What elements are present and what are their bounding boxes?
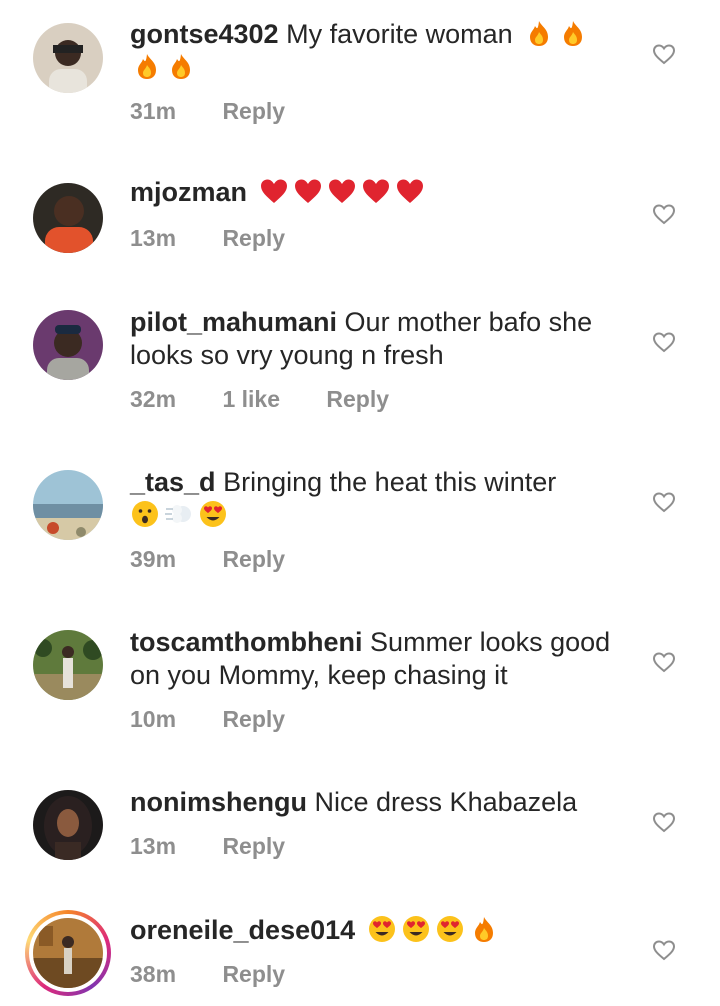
comment-meta: 39m Reply bbox=[130, 544, 285, 574]
reply-button[interactable]: Reply bbox=[326, 384, 389, 414]
reply-button[interactable]: Reply bbox=[222, 96, 285, 126]
comment-text: _tas_d Bringing the heat this winter bbox=[130, 466, 630, 532]
red-heart-emoji bbox=[361, 176, 391, 206]
heart-outline-icon[interactable] bbox=[652, 202, 676, 226]
fire-emoji bbox=[469, 914, 499, 944]
reply-button[interactable]: Reply bbox=[222, 223, 285, 253]
avatar[interactable] bbox=[33, 310, 103, 380]
comment-username[interactable]: mjozman bbox=[130, 177, 247, 207]
comment-body: My favorite woman bbox=[286, 19, 513, 49]
heart-eyes-emoji bbox=[435, 914, 465, 944]
comment-text: nonimshengu Nice dress Khabazela bbox=[130, 786, 630, 819]
avatar bbox=[29, 914, 107, 992]
comment-time: 39m bbox=[130, 546, 177, 572]
comment-text: toscamthombheni Summer looks good on you… bbox=[130, 626, 630, 692]
comment-text: pilot_mahumani Our mother bafo she looks… bbox=[130, 306, 630, 372]
red-heart-emoji bbox=[259, 176, 289, 206]
heart-eyes-emoji bbox=[367, 914, 397, 944]
fire-emoji bbox=[166, 51, 196, 81]
comment-meta: 10m Reply bbox=[130, 704, 285, 734]
avatar-story-ring[interactable] bbox=[25, 910, 111, 996]
heart-eyes-emoji bbox=[401, 914, 431, 944]
comment-username[interactable]: nonimshengu bbox=[130, 787, 307, 817]
reply-button[interactable]: Reply bbox=[222, 544, 285, 574]
comment-meta: 38m Reply bbox=[130, 959, 285, 989]
comment-time: 32m bbox=[130, 386, 177, 412]
fire-emoji bbox=[558, 18, 588, 48]
heart-outline-icon[interactable] bbox=[652, 938, 676, 962]
red-heart-emoji bbox=[293, 176, 323, 206]
comment-time: 31m bbox=[130, 98, 177, 124]
heart-outline-icon[interactable] bbox=[652, 810, 676, 834]
comment-username[interactable]: pilot_mahumani bbox=[130, 307, 337, 337]
comment-meta: 13m Reply bbox=[130, 223, 285, 253]
heart-eyes-emoji bbox=[198, 499, 228, 529]
comment-username[interactable]: gontse4302 bbox=[130, 19, 279, 49]
red-heart-emoji bbox=[395, 176, 425, 206]
comment-username[interactable]: toscamthombheni bbox=[130, 627, 363, 657]
heart-outline-icon[interactable] bbox=[652, 330, 676, 354]
comment-likes[interactable]: 1 like bbox=[222, 384, 280, 414]
fire-emoji bbox=[132, 51, 162, 81]
red-heart-emoji bbox=[327, 176, 357, 206]
comment-time: 13m bbox=[130, 833, 177, 859]
comment-time: 10m bbox=[130, 706, 177, 732]
comment-time: 38m bbox=[130, 961, 177, 987]
comment-username[interactable]: _tas_d bbox=[130, 467, 216, 497]
dashing-away-emoji bbox=[164, 499, 194, 529]
comment-time: 13m bbox=[130, 225, 177, 251]
avatar[interactable] bbox=[33, 183, 103, 253]
avatar[interactable] bbox=[33, 630, 103, 700]
avatar[interactable] bbox=[33, 470, 103, 540]
fire-emoji bbox=[524, 18, 554, 48]
comment-text: mjozman bbox=[130, 176, 630, 209]
comment-username[interactable]: oreneile_dese014 bbox=[130, 915, 355, 945]
comment-meta: 32m 1 like Reply bbox=[130, 384, 389, 414]
astonished-face-emoji bbox=[130, 499, 160, 529]
comment-meta: 13m Reply bbox=[130, 831, 285, 861]
comment-text: gontse4302 My favorite woman bbox=[130, 18, 630, 84]
reply-button[interactable]: Reply bbox=[222, 959, 285, 989]
heart-outline-icon[interactable] bbox=[652, 490, 676, 514]
heart-outline-icon[interactable] bbox=[652, 42, 676, 66]
comment-body: Nice dress Khabazela bbox=[314, 787, 578, 817]
heart-outline-icon[interactable] bbox=[652, 650, 676, 674]
reply-button[interactable]: Reply bbox=[222, 704, 285, 734]
avatar[interactable] bbox=[33, 23, 103, 93]
comment-text: oreneile_dese014 bbox=[130, 914, 630, 947]
avatar[interactable] bbox=[33, 790, 103, 860]
comment-meta: 31m Reply bbox=[130, 96, 285, 126]
comment-body: Bringing the heat this winter bbox=[223, 467, 557, 497]
reply-button[interactable]: Reply bbox=[222, 831, 285, 861]
